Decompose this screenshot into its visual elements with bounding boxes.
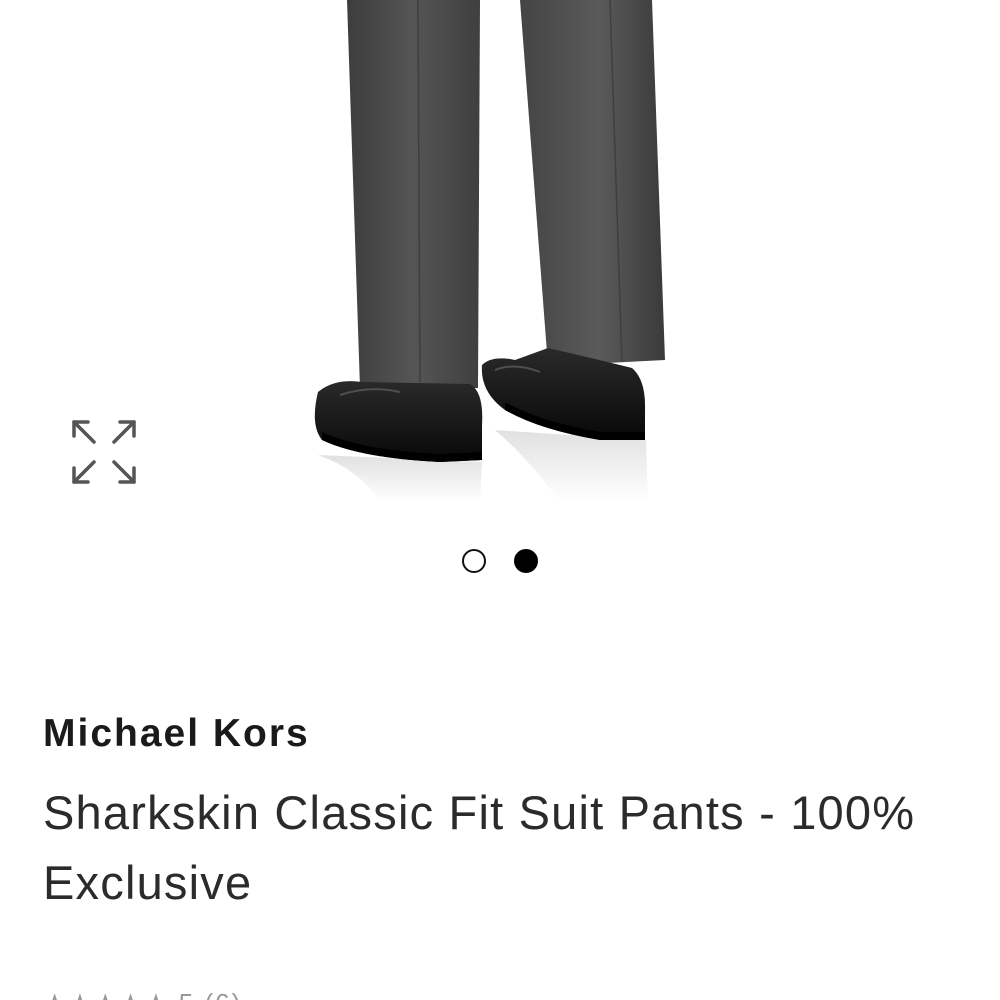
pager-dot-2[interactable] [514,549,538,573]
product-image-gallery[interactable] [0,0,1000,510]
rating-summary[interactable]: ★★★★★ 5 (6) [43,988,242,1000]
image-pager [0,545,1000,577]
brand-name[interactable]: Michael Kors [43,712,310,756]
zoom-button[interactable] [64,412,144,492]
pager-dot-1[interactable] [462,549,486,573]
expand-arrows-icon [72,420,136,484]
product-photo [314,0,665,502]
product-title: Sharkskin Classic Fit Suit Pants - 100% … [43,786,916,909]
